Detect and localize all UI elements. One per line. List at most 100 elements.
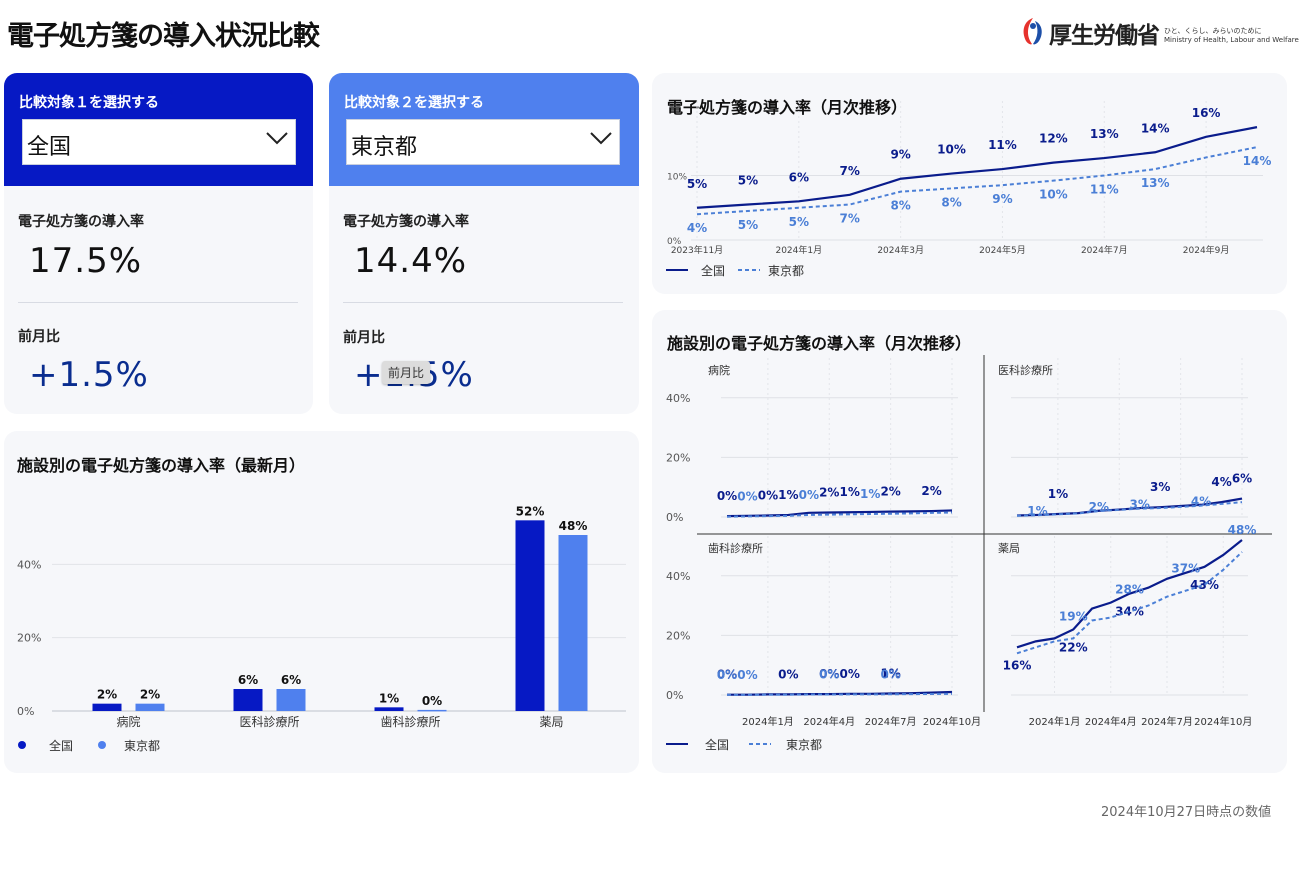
point-data-label: 19%	[1059, 609, 1088, 623]
mom-tooltip: 前月比	[382, 361, 431, 384]
legend-label: 東京都	[124, 739, 160, 753]
bar	[417, 709, 447, 712]
facility-bar-panel: 施設別の電子処方箋の導入率（最新月） 0% 20% 40% 2% 2% 病院 6% 6% 医科診…	[4, 431, 639, 773]
point-data-label: 8%	[890, 199, 910, 213]
compare2-header: 比較対象２を選択する 東京都	[329, 73, 639, 186]
point-data-label: 5%	[687, 177, 707, 191]
point-data-label: 9%	[890, 148, 910, 162]
point-data-label: 10%	[1039, 188, 1068, 202]
x-tick-label: 医科診療所	[239, 714, 299, 729]
legend-label: 東京都	[786, 738, 822, 752]
point-data-label: 0%	[758, 489, 778, 503]
bar	[135, 703, 165, 711]
x-tick-label: 2024年7月	[1141, 715, 1193, 728]
monthly-trend-panel: 電子処方箋の導入率（月次推移） 0% 10% 5% 5% 6% 7% 9% 10% 11% 12%…	[652, 73, 1287, 294]
compare1-mom-label: 前月比	[18, 329, 60, 345]
x-tick-label: 2024年7月	[1081, 244, 1128, 256]
point-data-label: 0%	[819, 668, 839, 682]
x-tick-label: 薬局	[539, 715, 563, 729]
y-tick-label: 0%	[17, 705, 34, 718]
bar-data-label: 6%	[281, 673, 301, 687]
point-data-label: 22%	[1059, 640, 1088, 654]
point-data-label: 0%	[799, 488, 819, 502]
facet-title: 病院	[708, 363, 730, 377]
point-data-label: 28%	[1115, 583, 1144, 597]
facet-title: 医科診療所	[998, 363, 1053, 377]
x-tick-label: 2024年1月	[742, 715, 794, 728]
bar-data-label: 6%	[238, 673, 258, 687]
y-tick-label: 20%	[666, 629, 690, 642]
point-data-label: 0%	[778, 667, 798, 681]
mhlw-logo-name: 厚生労働省	[1049, 23, 1160, 49]
compare2-select[interactable]: 東京都	[346, 119, 620, 165]
series-line-national	[696, 126, 1258, 209]
point-data-label: 8%	[941, 195, 961, 209]
y-tick-label: 40%	[17, 558, 41, 571]
facility-trend-panel: 施設別の電子処方箋の導入率（月次推移） 病院 0% 20% 40% 0% 0% 1% 2% 1%…	[652, 310, 1287, 773]
point-data-label: 7%	[840, 164, 860, 178]
point-data-label: 6%	[1232, 472, 1252, 486]
compare2-mom-label: 前月比	[343, 330, 385, 346]
point-data-label: 2%	[1089, 500, 1109, 514]
x-tick-label: 2024年1月	[1029, 715, 1081, 728]
point-data-label: 11%	[988, 138, 1017, 152]
chevron-down-icon	[590, 132, 612, 145]
bar-data-label: 1%	[379, 691, 399, 705]
point-data-label: 43%	[1190, 578, 1219, 592]
point-data-label: 1%	[860, 487, 880, 501]
bar	[92, 703, 122, 711]
point-data-label: 5%	[738, 174, 758, 188]
point-data-label: 0%	[737, 668, 757, 682]
bar-data-label: 2%	[140, 688, 160, 702]
point-data-label: 1%	[778, 488, 798, 502]
x-tick-label: 病院	[116, 714, 140, 729]
y-tick-label: 20%	[666, 451, 690, 464]
bar	[374, 707, 404, 711]
y-tick-label: 0%	[666, 689, 683, 702]
facility-trend-chart: 病院0%20%40%0% 0% 1% 2% 1% 2% 2%0% 0% 1%医科診療所1% 3% 4…	[666, 355, 1272, 752]
point-data-label: 0%	[717, 489, 737, 503]
mhlw-logo: 厚生労働省 ひと、くらし、みらいのために Ministry of Health,…	[1018, 13, 1299, 49]
legend-label: 全国	[49, 738, 73, 753]
compare2-card: 比較対象２を選択する 東京都 電子処方箋の導入率 14.4% 前月比 +1.5%	[329, 73, 639, 414]
compare1-select[interactable]: 全国	[22, 119, 296, 165]
mhlw-logo-tagline-en: Ministry of Health, Labour and Welfare	[1164, 36, 1299, 44]
x-tick-label: 2024年10月	[1194, 715, 1252, 728]
point-data-label: 0%	[717, 668, 737, 682]
x-tick-label: 2024年9月	[1183, 244, 1230, 256]
point-data-label: 13%	[1141, 176, 1170, 190]
compare2-selected-value: 東京都	[351, 135, 418, 160]
y-tick-label: 0%	[666, 511, 683, 524]
point-data-label: 6%	[789, 170, 809, 184]
point-data-label: 4%	[687, 221, 707, 235]
point-data-label: 1%	[1027, 504, 1047, 518]
bar-data-label: 52%	[516, 504, 545, 518]
bar-data-label: 48%	[559, 519, 588, 533]
legend-marker	[98, 741, 106, 749]
point-data-label: 0%	[840, 667, 860, 681]
x-tick-label: 2023年11月	[671, 244, 723, 256]
compare1-selected-value: 全国	[27, 135, 72, 160]
point-data-label: 4%	[1191, 495, 1211, 509]
point-data-label: 48%	[1228, 523, 1257, 537]
bar	[515, 520, 545, 711]
series-line-tokyo	[696, 146, 1258, 216]
monthly-trend-chart: 0%10% 5% 5% 6% 7%9% 10% 11% 12% 13% 14%16%4% 5% 5% 7…	[666, 101, 1271, 278]
x-tick-label: 2024年10月	[923, 715, 981, 728]
data-date-note: 2024年10月27日時点の数値	[1101, 805, 1272, 820]
bar-data-label: 2%	[97, 688, 117, 702]
compare1-rate-value: 17.5%	[29, 241, 143, 281]
point-data-label: 1%	[1048, 487, 1068, 501]
point-data-label: 37%	[1171, 562, 1200, 576]
bar	[558, 535, 588, 711]
legend-label: 全国	[701, 263, 725, 278]
compare1-card: 比較対象１を選択する 全国 電子処方箋の導入率 17.5% 前月比 +1.5%	[4, 73, 313, 414]
x-tick-label: 2024年1月	[775, 244, 822, 256]
compare2-label: 比較対象２を選択する	[344, 95, 484, 111]
compare2-rate-label: 電子処方箋の導入率	[343, 214, 469, 230]
point-data-label: 0%	[737, 489, 757, 503]
point-data-label: 9%	[992, 192, 1012, 206]
bar-data-label: 0%	[422, 694, 442, 708]
facet-title: 歯科診療所	[708, 541, 763, 555]
facet-title: 薬局	[998, 542, 1020, 555]
